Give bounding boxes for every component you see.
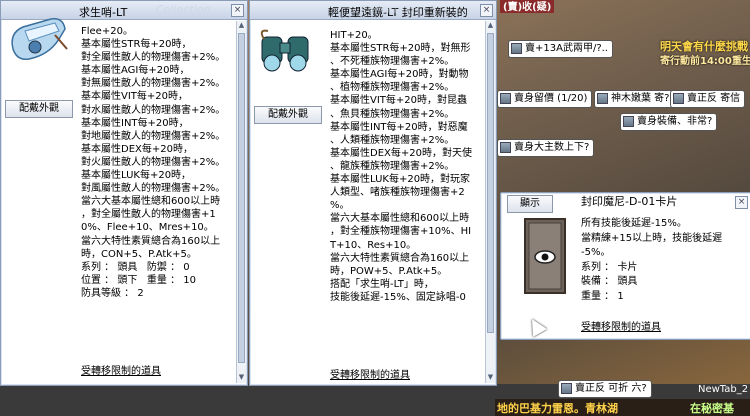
description-line: 基本屬性STR每+20時， (81, 39, 192, 51)
description-line: 當六大特性素質總合為160以上 (330, 252, 470, 264)
description-line: 基本屬性AGI每+20時，對動物 (330, 69, 469, 81)
description-line: 當六大基本屬性總和600以上時 (81, 196, 221, 208)
description-line: 基本屬性INT每+20時，對惡魔 (330, 121, 468, 133)
scroll-down-icon[interactable]: ▼ (486, 373, 495, 382)
description-line: 、植物種族物理傷害+2%。 (330, 82, 455, 94)
description-line: 基本屬性VIT每+20時， (81, 91, 189, 103)
description-line: 當六大基本屬性總和600以上時 (330, 213, 470, 225)
description-line: 當精練+15以上時，技能後延遲 (581, 232, 723, 244)
description-line: 對無屬性敵人的物理傷害+2%。 (81, 78, 226, 90)
description-line: 、人類種族物理傷害+2%。 (330, 134, 455, 146)
description-line: 、龍族種族物理傷害+2%。 (330, 160, 455, 172)
item-window-binoculars[interactable]: 輕便望遠鏡-LT 封印重新裝的 Collection × 配戴外觀 HIT+20… (249, 0, 497, 386)
card-title: 封印魔尼-D-01卡片 (581, 195, 678, 208)
description-line: 基本屬性AGI每+20時， (81, 65, 190, 77)
description-line: Flee+20。 (81, 26, 133, 37)
description-line: 對火屬性敵人的物理傷害+2%。 (81, 156, 226, 168)
close-icon[interactable]: × (480, 4, 493, 17)
description-line: HIT+20。 (330, 30, 378, 41)
equip-appearance-button[interactable]: 配戴外觀 (254, 106, 322, 124)
description-line: 、魚貝種族物理傷害+2%。 (330, 108, 455, 120)
close-icon[interactable]: × (231, 4, 244, 17)
description-line: 位置 ： 頭下 重量 ： 10 (81, 274, 196, 286)
vendor-sign-1[interactable]: 賣+13A武兩甲/?.. (508, 40, 613, 58)
description-line: -5%。 (581, 247, 611, 258)
window-titlebar[interactable]: 輕便望遠鏡-LT 封印重新裝的 Collection × (250, 1, 496, 20)
description-line: 、不死種族物理傷害+2%。 (330, 56, 455, 68)
description-line: %。 (330, 200, 350, 212)
close-icon[interactable]: × (735, 196, 748, 209)
vendor-sign-3[interactable]: 神木嫩葉 寄? (594, 90, 675, 108)
description-line: ，對全種族物理傷害+10%、HI (330, 226, 472, 238)
description-line: 時，CON+5、P.Atk+5。 (81, 248, 197, 260)
scroll-thumb[interactable] (487, 33, 494, 333)
display-button[interactable]: 顯示 (507, 195, 553, 213)
system-message-1: 地的巴基力雷恩。青林湖 (497, 402, 618, 415)
binoculars-icon (254, 23, 320, 81)
watermark: Collection (360, 3, 415, 16)
vendor-sign-5[interactable]: 賣身裝備、非常? (620, 113, 718, 131)
scrollbar[interactable]: ▲ ▼ (485, 21, 495, 383)
description-line: 裝備 ： 頭具 (581, 276, 638, 287)
whistle-icon (5, 9, 71, 67)
equip-appearance-button[interactable]: 配戴外觀 (5, 100, 73, 118)
scroll-up-icon[interactable]: ▲ (237, 21, 246, 30)
description-line: 當六大特性素質總合為160以上 (81, 235, 221, 247)
transfer-restricted-label: 受轉移限制的道具 (581, 322, 661, 333)
description-line: 對全屬性敵人的物理傷害+2%。 (81, 52, 226, 64)
shop-icon (511, 43, 522, 54)
vendor-sign-4[interactable]: 賣正反 寄信 (670, 90, 746, 108)
item-description: HIT+20。 基本屬性STR每+20時，對無形 、不死種族物理傷害+2%。 基本屬性… (330, 29, 472, 304)
description-line: 基本屬性DEX每+20時，對天使 (330, 147, 472, 159)
card-icon (523, 217, 567, 295)
description-line: 重量 ： 1 (581, 290, 624, 302)
description-line: 搭配「求生哨-LT」時， (330, 278, 434, 290)
scroll-down-icon[interactable]: ▼ (237, 373, 246, 382)
description-line: 技能後延遲-15%、固定詠唱-0 (330, 291, 466, 303)
shop-icon (623, 116, 634, 127)
system-message-bar: 地的巴基力雷恩。青林湖 在秘密基 (495, 399, 750, 416)
description-line: 基本屬性INT每+20時， (81, 117, 189, 129)
scroll-up-icon[interactable]: ▲ (486, 21, 495, 30)
vendor-sign-6[interactable]: 賣身大主数上下? (497, 139, 595, 157)
description-line: 對地屬性敵人的物理傷害+2%。 (81, 130, 226, 142)
card-description: 所有技能後延遲-15%。當精練+15以上時，技能後延遲 -5%。系列 ： 卡片 裝備… (581, 217, 722, 304)
shop-icon (673, 93, 684, 104)
description-line: 基本屬性LUK每+20時，對玩家 (330, 174, 471, 186)
system-message-2: 在秘密基 (690, 402, 734, 415)
description-line: T+10、Res+10。 (330, 239, 417, 251)
shop-icon (597, 93, 608, 104)
description-line: 系列 ： 頭具 防禦 ： 0 (81, 261, 190, 273)
scroll-thumb[interactable] (238, 33, 245, 363)
vendor-sign-2[interactable]: 賣身留價 (1/20) (497, 90, 593, 108)
shop-sign-top[interactable]: (賣)收(疑) (500, 0, 555, 13)
description-line: ，對全屬性敵人的物理傷害+1 (81, 209, 216, 221)
description-line: 對水屬性敵人的物理傷害+2%。 (81, 104, 226, 116)
description-line: 基本屬性VIT每+20時，對昆蟲 (330, 95, 468, 107)
map-notice-2: 寄行動前14:00重生 (660, 56, 750, 67)
transfer-restricted-label: 受轉移限制的道具 (81, 366, 161, 377)
description-line: 防具等級 ： 2 (81, 287, 144, 299)
chat-tab-new[interactable]: NewTab_2 (698, 384, 748, 395)
description-line: 0%、Flee+10、Mres+10。 (81, 222, 214, 234)
shop-icon (561, 383, 572, 394)
description-line: 基本屬性DEX每+20時， (81, 143, 193, 155)
description-line: 基本屬性LUK每+20時， (81, 170, 192, 182)
description-line: 所有技能後延遲-15%。 (581, 218, 687, 229)
description-line: 基本屬性STR每+20時，對無形 (330, 43, 471, 55)
shop-icon (500, 142, 511, 153)
description-line: 時，POW+5、P.Atk+5。 (330, 265, 448, 277)
vendor-sign-7[interactable]: 賣正反 可折 六? (558, 380, 652, 398)
item-description: Flee+20。基本屬性STR每+20時， 對全屬性敵人的物理傷害+2%。 基本屬性… (81, 25, 225, 300)
description-line: 系列 ： 卡片 (581, 261, 638, 273)
item-window-whistle[interactable]: 求生哨-LT Collection × 配戴外觀 Flee+20。基本屬性STR… (0, 0, 248, 386)
description-line: 對風屬性敵人的物理傷害+2%。 (81, 183, 226, 195)
item-title: 求生哨-LT (79, 6, 128, 19)
transfer-restricted-label: 受轉移限制的道具 (330, 370, 410, 381)
description-line: 人類型、啫族種族物理傷害+2 (330, 187, 465, 199)
watermark: Collection (156, 3, 211, 16)
scrollbar[interactable]: ▲ ▼ (236, 21, 246, 383)
shop-icon (500, 93, 511, 104)
